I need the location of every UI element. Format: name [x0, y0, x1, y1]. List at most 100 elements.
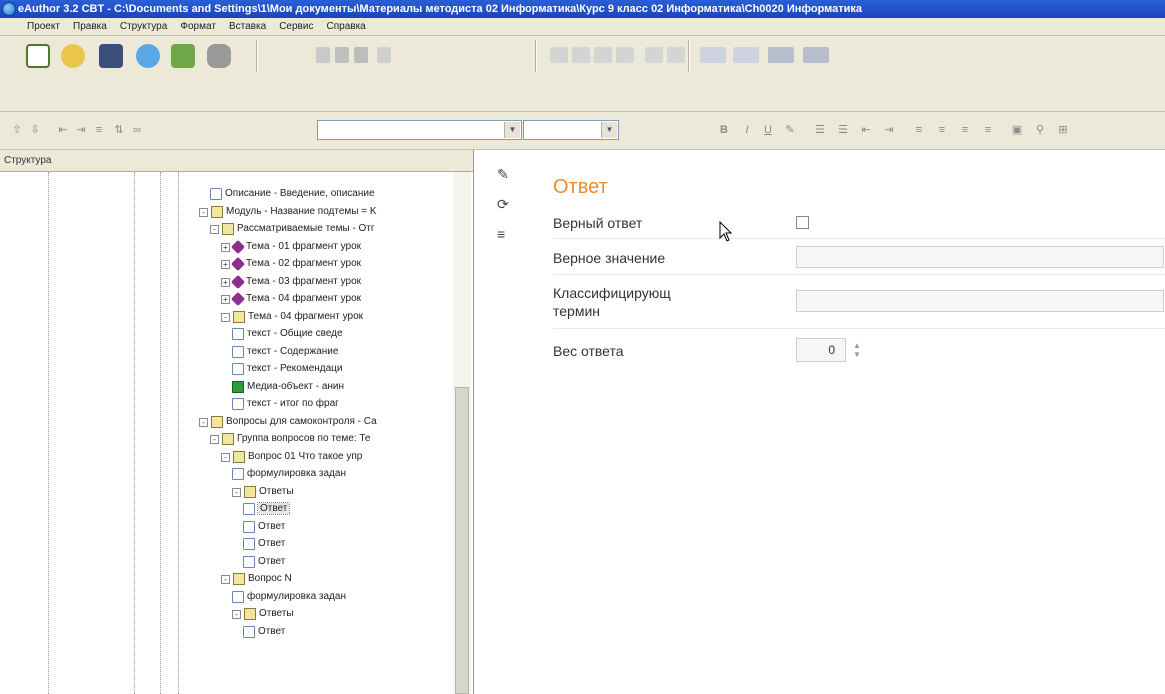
- outdent-icon[interactable]: ⇤: [859, 122, 873, 138]
- spin-arrows-icon[interactable]: ▲ ▼: [851, 341, 863, 359]
- structure-icon-6[interactable]: [667, 47, 685, 63]
- image-icon[interactable]: ▣: [1010, 122, 1024, 138]
- font-combo[interactable]: ▼: [317, 120, 522, 140]
- paste-icon[interactable]: [354, 47, 368, 63]
- expand-icon[interactable]: +: [221, 242, 230, 252]
- structure-icon-2[interactable]: [572, 47, 590, 63]
- collapse-icon[interactable]: -: [221, 574, 230, 584]
- correct-answer-checkbox[interactable]: [796, 216, 809, 229]
- scrollbar-thumb[interactable]: [455, 387, 469, 694]
- collapse-icon[interactable]: -: [210, 224, 219, 234]
- tree-item[interactable]: - Группа вопросов по теме: Те: [210, 431, 370, 447]
- collapse-icon[interactable]: -: [221, 452, 230, 462]
- collapse-icon[interactable]: -: [221, 312, 230, 322]
- structure-icon-4[interactable]: [616, 47, 634, 63]
- question-icon-2[interactable]: [733, 47, 759, 63]
- align-justify-icon[interactable]: ≡: [981, 122, 995, 138]
- new-project-icon[interactable]: [26, 44, 50, 68]
- tree-item[interactable]: + Тема - 02 фрагмент урок: [221, 256, 361, 272]
- indent-icon-1[interactable]: ⇤: [56, 122, 70, 138]
- edit-icon[interactable]: ✎: [497, 166, 509, 183]
- chevron-down-icon[interactable]: ▼: [504, 122, 520, 138]
- expand-icon[interactable]: +: [221, 277, 230, 287]
- collapse-icon[interactable]: -: [210, 434, 219, 444]
- menu-project[interactable]: Проект: [22, 18, 65, 36]
- sort-icon[interactable]: ⇅: [112, 122, 126, 138]
- copy-icon[interactable]: [335, 47, 349, 63]
- question-icon-4[interactable]: [803, 47, 829, 63]
- indent-icon[interactable]: ⇥: [882, 122, 896, 138]
- tree-item[interactable]: Описание - Введение, описание: [210, 186, 375, 202]
- menu-service[interactable]: Сервис: [274, 18, 318, 36]
- tree-item[interactable]: Медиа-объект - анин: [232, 379, 344, 395]
- indent-icon-3[interactable]: ≡: [92, 122, 106, 138]
- correct-value-input[interactable]: [796, 246, 1164, 268]
- underline-icon[interactable]: U: [761, 122, 775, 138]
- tree-item[interactable]: текст - Рекомендаци: [232, 361, 343, 377]
- publish-icon[interactable]: [171, 44, 195, 68]
- structure-icon-3[interactable]: [594, 47, 612, 63]
- tree-item[interactable]: - Рассматриваемые темы - Отг: [210, 221, 375, 237]
- number-list-icon[interactable]: ☰: [836, 122, 850, 138]
- list-icon[interactable]: ≡: [497, 226, 505, 242]
- move-down-icon[interactable]: ⇩: [28, 122, 42, 138]
- color-icon[interactable]: ✎: [783, 122, 797, 138]
- align-left-icon[interactable]: ≡: [912, 122, 926, 138]
- menu-format[interactable]: Формат: [175, 18, 221, 36]
- expand-icon[interactable]: +: [221, 294, 230, 304]
- tree-item[interactable]: текст - Содержание: [232, 344, 338, 360]
- hyperlink-icon[interactable]: ⚲: [1033, 122, 1047, 138]
- tree-item[interactable]: формулировка задан: [232, 466, 346, 482]
- tree-item[interactable]: - Тема - 04 фрагмент урок: [221, 309, 363, 325]
- menu-edit[interactable]: Правка: [68, 18, 112, 36]
- bullet-list-icon[interactable]: ☰: [813, 122, 827, 138]
- tree-item[interactable]: формулировка задан: [232, 589, 346, 605]
- tree-item[interactable]: Ответ: [243, 624, 285, 640]
- indent-icon-2[interactable]: ⇥: [74, 122, 88, 138]
- question-icon-1[interactable]: [700, 47, 726, 63]
- cut-icon[interactable]: [316, 47, 330, 63]
- structure-icon-5[interactable]: [645, 47, 663, 63]
- align-right-icon[interactable]: ≡: [958, 122, 972, 138]
- tree-item[interactable]: текст - итог по фраг: [232, 396, 339, 412]
- question-icon-3[interactable]: [768, 47, 794, 63]
- menu-structure[interactable]: Структура: [115, 18, 172, 36]
- tree-item[interactable]: Ответ: [243, 536, 285, 552]
- answer-weight-spinner[interactable]: 0: [796, 338, 846, 362]
- tree-item[interactable]: текст - Общие сведе: [232, 326, 343, 342]
- open-project-icon[interactable]: [61, 44, 85, 68]
- link-icon[interactable]: ∞: [130, 122, 144, 138]
- collapse-icon[interactable]: -: [199, 207, 208, 217]
- italic-icon[interactable]: I: [740, 122, 754, 138]
- tree-item[interactable]: - Вопросы для самоконтроля - Са: [199, 414, 377, 430]
- menu-insert[interactable]: Вставка: [224, 18, 271, 36]
- tree-item[interactable]: - Вопрос 01 Что такое упр: [221, 449, 362, 465]
- preview-icon[interactable]: ⟳: [497, 196, 509, 213]
- tree-item[interactable]: - Модуль - Название подтемы = K: [199, 204, 377, 220]
- collapse-icon[interactable]: -: [199, 417, 208, 427]
- align-center-icon[interactable]: ≡: [935, 122, 949, 138]
- move-up-icon[interactable]: ⇧: [10, 122, 24, 138]
- tree-item[interactable]: Ответ: [243, 554, 285, 570]
- tools-icon[interactable]: [207, 44, 231, 68]
- classifying-term-input[interactable]: [796, 290, 1164, 312]
- bold-icon[interactable]: B: [717, 122, 731, 138]
- tree-item[interactable]: + Тема - 01 фрагмент урок: [221, 239, 361, 255]
- expand-icon[interactable]: +: [221, 259, 230, 269]
- tree-item[interactable]: Ответ: [243, 519, 285, 535]
- menu-help[interactable]: Справка: [322, 18, 371, 36]
- collapse-icon[interactable]: -: [232, 609, 241, 619]
- tree-item[interactable]: + Тема - 03 фрагмент урок: [221, 274, 361, 290]
- tree-scrollbar[interactable]: [453, 172, 471, 694]
- save-icon[interactable]: [99, 44, 123, 68]
- chevron-down-icon[interactable]: ▼: [601, 122, 617, 138]
- tree-item[interactable]: - Ответы: [232, 606, 294, 622]
- collapse-icon[interactable]: -: [232, 487, 241, 497]
- size-combo[interactable]: ▼: [523, 120, 619, 140]
- tree-item[interactable]: - Ответы: [232, 484, 294, 500]
- tree-item[interactable]: - Вопрос N: [221, 571, 292, 587]
- table-icon[interactable]: ⊞: [1056, 122, 1070, 138]
- help-icon[interactable]: [136, 44, 160, 68]
- tree-item[interactable]: Ответ: [243, 501, 291, 517]
- find-icon[interactable]: [377, 47, 391, 63]
